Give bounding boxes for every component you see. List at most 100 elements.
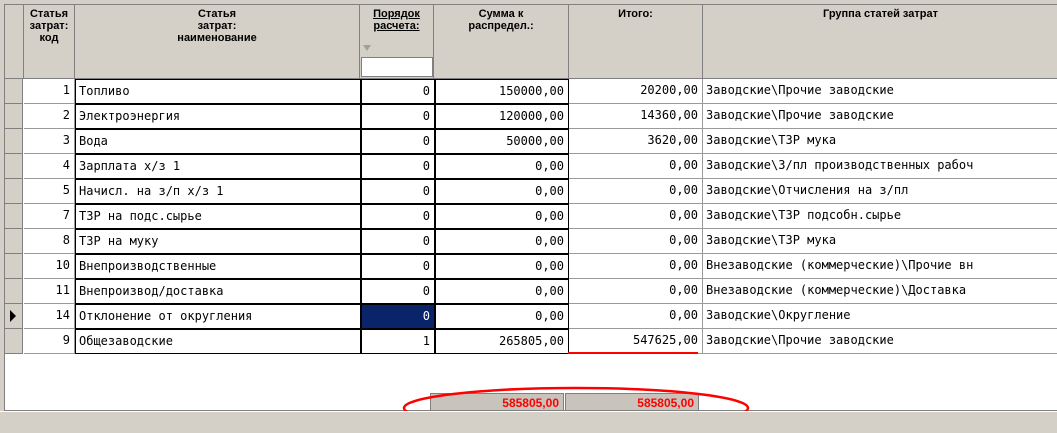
row-indicator[interactable] <box>5 179 23 204</box>
cell-amount[interactable]: 120000,00 <box>435 104 569 129</box>
cell-code[interactable]: 10 <box>24 254 75 279</box>
cell-amount[interactable]: 0,00 <box>435 154 569 179</box>
order-filter-input[interactable] <box>361 57 433 77</box>
cell-total[interactable]: 0,00 <box>569 179 703 204</box>
cell-order[interactable]: 0 <box>361 104 435 129</box>
cell-name[interactable]: Отклонение от округления <box>75 304 361 329</box>
cell-order[interactable]: 0 <box>361 254 435 279</box>
cell-amount[interactable]: 150000,00 <box>435 79 569 104</box>
cell-group[interactable]: Заводские\Округление <box>703 304 1057 329</box>
header-group-title: Группа статей затрат <box>823 8 938 20</box>
cell-total[interactable]: 0,00 <box>569 229 703 254</box>
cell-total[interactable]: 0,00 <box>569 279 703 304</box>
cell-code[interactable]: 3 <box>24 129 75 154</box>
cell-name[interactable]: ТЗР на подс.сырье <box>75 204 361 229</box>
grand-total: 585805,00 <box>565 393 699 410</box>
filter-dropdown-icon[interactable] <box>363 45 371 51</box>
row-indicator[interactable] <box>5 79 23 104</box>
cell-order[interactable]: 0 <box>361 129 435 154</box>
cell-group[interactable]: Заводские\З/пл производственных рабоч <box>703 154 1057 179</box>
cell-amount[interactable]: 0,00 <box>435 254 569 279</box>
cell-order[interactable]: 0 <box>361 304 435 329</box>
cell-group[interactable]: Внезаводские (коммерческие)\Прочие вн <box>703 254 1057 279</box>
cell-total[interactable]: 3620,00 <box>569 129 703 154</box>
cell-total[interactable]: 20200,00 <box>569 79 703 104</box>
amount-total: 585805,00 <box>430 393 564 410</box>
current-row-arrow-icon <box>10 310 16 322</box>
cell-group[interactable]: Заводские\Прочие заводские <box>703 329 1057 354</box>
cell-amount[interactable]: 0,00 <box>435 229 569 254</box>
header-order-sub1: расчета: <box>373 20 420 32</box>
cell-amount[interactable]: 265805,00 <box>435 329 569 354</box>
header-name[interactable]: Статья затрат: наименование <box>75 5 360 79</box>
cell-total[interactable]: 0,00 <box>569 304 703 329</box>
header-name-sub1: затрат: <box>197 20 237 32</box>
cell-group[interactable]: Внезаводские (коммерческие)\Доставка <box>703 279 1057 304</box>
cell-total[interactable]: 0,00 <box>569 204 703 229</box>
cell-amount[interactable]: 50000,00 <box>435 129 569 154</box>
row-indicator[interactable] <box>5 279 23 304</box>
cell-code[interactable]: 4 <box>24 154 75 179</box>
cell-order[interactable]: 1 <box>361 329 435 354</box>
row-indicator[interactable] <box>5 204 23 229</box>
cell-name[interactable]: Электроэнергия <box>75 104 361 129</box>
header-amount-sub1: распредел.: <box>468 20 534 32</box>
header-group[interactable]: Группа статей затрат <box>703 5 1057 79</box>
cell-group[interactable]: Заводские\ТЗР мука <box>703 229 1057 254</box>
cell-total[interactable]: 14360,00 <box>569 104 703 129</box>
status-bar <box>0 411 1057 433</box>
cell-order[interactable]: 0 <box>361 279 435 304</box>
header-code-title: Статья <box>29 8 69 20</box>
cell-order[interactable]: 0 <box>361 179 435 204</box>
cell-total[interactable]: 547625,00 <box>569 329 703 354</box>
cell-total[interactable]: 0,00 <box>569 154 703 179</box>
cell-code[interactable]: 5 <box>24 179 75 204</box>
cell-name[interactable]: Топливо <box>75 79 361 104</box>
cell-name[interactable]: Начисл. на з/п х/з 1 <box>75 179 361 204</box>
cell-code[interactable]: 2 <box>24 104 75 129</box>
cell-name[interactable]: Вода <box>75 129 361 154</box>
cell-group[interactable]: Заводские\Прочие заводские <box>703 104 1057 129</box>
header-code-sub1: затрат: <box>29 20 69 32</box>
cell-code[interactable]: 1 <box>24 79 75 104</box>
cell-name[interactable]: Внепроизводственные <box>75 254 361 279</box>
cell-amount[interactable]: 0,00 <box>435 179 569 204</box>
cell-amount[interactable]: 0,00 <box>435 204 569 229</box>
cell-group[interactable]: Заводские\Прочие заводские <box>703 79 1057 104</box>
header-amount[interactable]: Сумма к распредел.: <box>434 5 569 79</box>
cell-order[interactable]: 0 <box>361 229 435 254</box>
cell-order[interactable]: 0 <box>361 79 435 104</box>
cell-total[interactable]: 0,00 <box>569 254 703 279</box>
header-name-title: Статья <box>197 8 237 20</box>
header-order-title: Порядок <box>373 8 420 20</box>
row-indicator[interactable] <box>5 129 23 154</box>
cell-code[interactable]: 8 <box>24 229 75 254</box>
row-indicator[interactable] <box>5 154 23 179</box>
cell-order[interactable]: 0 <box>361 154 435 179</box>
cell-code[interactable]: 14 <box>24 304 75 329</box>
cell-code[interactable]: 11 <box>24 279 75 304</box>
row-indicator[interactable] <box>5 229 23 254</box>
row-indicator[interactable] <box>5 104 23 129</box>
cell-name[interactable]: ТЗР на муку <box>75 229 361 254</box>
cell-name[interactable]: Зарплата х/з 1 <box>75 154 361 179</box>
row-indicator-header <box>5 5 24 79</box>
cell-name[interactable]: Внепроизвод/доставка <box>75 279 361 304</box>
cell-name[interactable]: Общезаводские <box>75 329 361 354</box>
row-indicator[interactable] <box>5 329 23 354</box>
cell-group[interactable]: Заводские\ТЗР мука <box>703 129 1057 154</box>
row-indicator[interactable] <box>5 304 23 329</box>
cost-items-grid[interactable]: Статья затрат: код Статья затрат: наимен… <box>4 4 1057 411</box>
cell-amount[interactable]: 0,00 <box>435 279 569 304</box>
header-amount-title: Сумма к <box>478 8 524 20</box>
header-total[interactable]: Итого: <box>569 5 703 79</box>
header-code[interactable]: Статья затрат: код <box>24 5 75 79</box>
cell-group[interactable]: Заводские\Отчисления на з/пл <box>703 179 1057 204</box>
row-indicator[interactable] <box>5 254 23 279</box>
cell-code[interactable]: 9 <box>24 329 75 354</box>
cell-code[interactable]: 7 <box>24 204 75 229</box>
header-name-sub2: наименование <box>177 32 257 44</box>
cell-amount[interactable]: 0,00 <box>435 304 569 329</box>
cell-order[interactable]: 0 <box>361 204 435 229</box>
cell-group[interactable]: Заводские\ТЗР подсобн.сырье <box>703 204 1057 229</box>
